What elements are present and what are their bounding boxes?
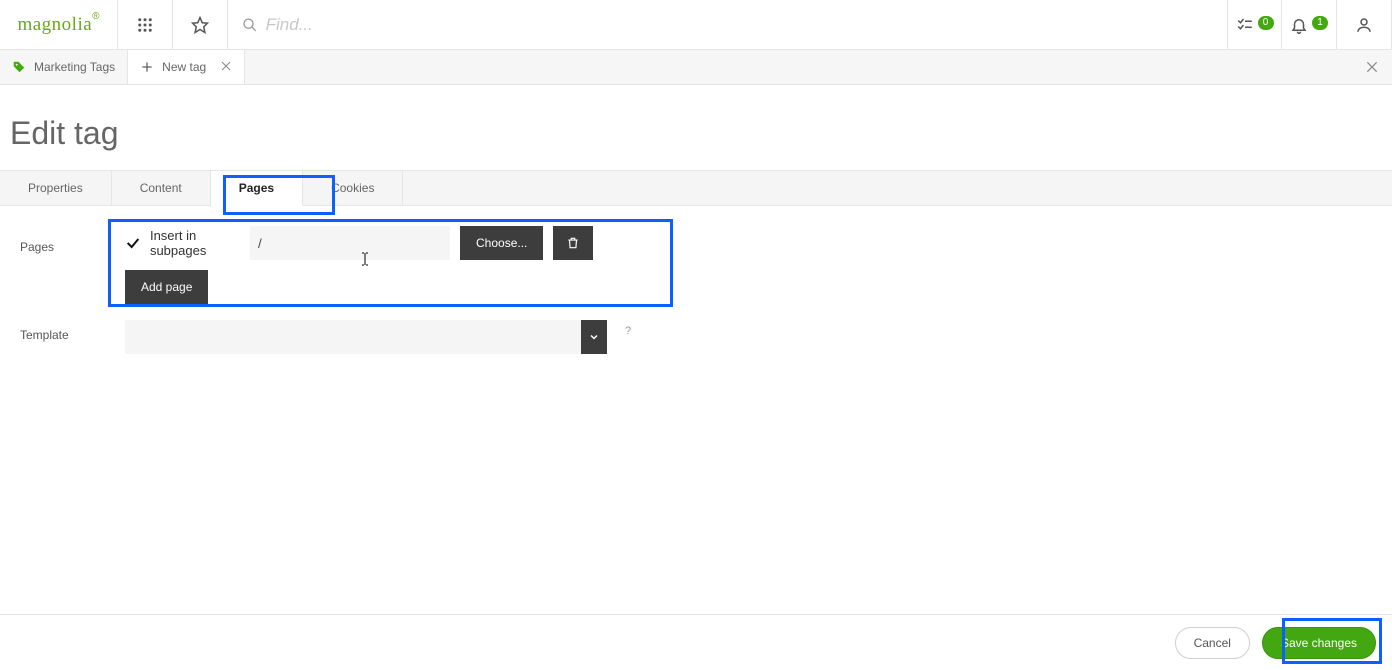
- page-path-input[interactable]: [250, 226, 450, 260]
- close-icon: [1365, 60, 1379, 74]
- template-select[interactable]: [125, 320, 581, 354]
- user-icon: [1355, 16, 1373, 34]
- app-tab-new-tag[interactable]: New tag: [128, 50, 245, 84]
- pages-row-content: Insert in subpages Choose... Add page: [125, 226, 593, 304]
- pages-label: Pages: [10, 226, 125, 254]
- template-select-group: ?: [125, 320, 631, 354]
- notifications-button[interactable]: 1: [1282, 0, 1337, 49]
- search-cell[interactable]: [228, 0, 1227, 49]
- app-tab-label: Marketing Tags: [34, 60, 115, 74]
- app-tab-marketing-tags[interactable]: Marketing Tags: [0, 50, 128, 84]
- page-entry-group: Insert in subpages Choose...: [125, 226, 593, 260]
- close-all-tabs-button[interactable]: [1352, 50, 1392, 84]
- footer-action-bar: Cancel Save changes: [0, 614, 1392, 670]
- template-help-button[interactable]: ?: [625, 325, 631, 337]
- star-icon: [191, 16, 209, 34]
- grid-icon: [136, 16, 154, 34]
- page-title: Edit tag: [0, 85, 1392, 170]
- top-bar: magnolia® 0 1: [0, 0, 1392, 50]
- checklist-icon: [1236, 16, 1254, 34]
- template-dropdown-button[interactable]: [581, 320, 607, 354]
- checkmark-icon: [125, 233, 142, 253]
- insert-in-subpages-checkbox[interactable]: Insert in subpages: [125, 228, 240, 258]
- bell-icon: [1290, 16, 1308, 34]
- brand-logo: magnolia: [17, 14, 92, 36]
- template-row: Template ?: [10, 320, 1382, 354]
- form-tabs: Properties Content Pages Cookies: [0, 170, 1392, 206]
- chevron-down-icon: [588, 331, 600, 343]
- plus-icon: [140, 60, 154, 74]
- cancel-button[interactable]: Cancel: [1175, 627, 1250, 659]
- form-tab-pages[interactable]: Pages: [211, 171, 303, 206]
- header-right: 0 1: [1227, 0, 1392, 49]
- tag-icon: [12, 60, 26, 74]
- choose-button[interactable]: Choose...: [460, 226, 543, 260]
- app-tabs-bar: Marketing Tags New tag: [0, 50, 1392, 85]
- search-input[interactable]: [266, 15, 1213, 35]
- form-tab-content[interactable]: Content: [112, 171, 211, 205]
- notifications-badge: 1: [1312, 16, 1328, 30]
- logo-cell[interactable]: magnolia®: [0, 0, 118, 49]
- add-page-wrap: Add page: [125, 270, 593, 304]
- brand-logo-dot: ®: [92, 11, 99, 22]
- search-icon: [242, 17, 258, 33]
- tasks-button[interactable]: 0: [1227, 0, 1282, 49]
- pages-row: Pages Insert in subpages Choose... Add p…: [10, 226, 1382, 304]
- form-tab-cookies[interactable]: Cookies: [303, 171, 403, 205]
- app-launcher-button[interactable]: [118, 0, 173, 49]
- template-label: Template: [10, 320, 125, 342]
- delete-page-button[interactable]: [553, 226, 593, 260]
- insert-in-subpages-label: Insert in subpages: [150, 228, 240, 258]
- favorites-button[interactable]: [173, 0, 228, 49]
- form-body: Pages Insert in subpages Choose... Add p…: [0, 206, 1392, 354]
- close-tab-button[interactable]: [220, 59, 232, 75]
- tasks-badge: 0: [1258, 16, 1274, 30]
- app-tab-label: New tag: [162, 60, 206, 74]
- add-page-button[interactable]: Add page: [125, 270, 208, 304]
- save-changes-button[interactable]: Save changes: [1262, 627, 1376, 659]
- form-tab-properties[interactable]: Properties: [0, 171, 112, 205]
- trash-icon: [566, 236, 580, 250]
- user-menu-button[interactable]: [1337, 0, 1392, 49]
- close-icon: [220, 60, 232, 72]
